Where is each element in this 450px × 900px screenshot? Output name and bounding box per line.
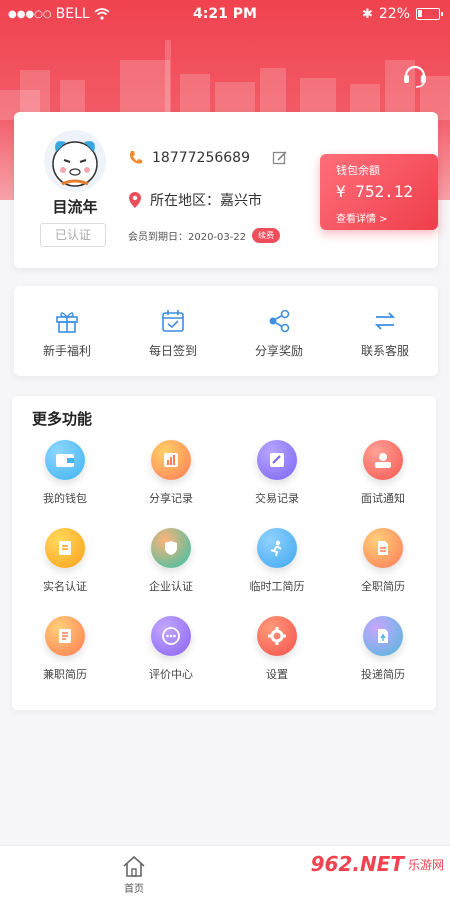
function-real-name-auth[interactable]: 实名认证 [12,528,118,594]
wallet-amount: ¥ 752.12 [336,182,414,201]
status-right: ✱ 22% [361,6,443,22]
function-settings[interactable]: 设置 [224,616,330,682]
swap-arrows-icon [374,312,396,330]
function-temp-resume[interactable]: 临时工简历 [224,528,330,594]
quick-item-newbie-welfare[interactable]: 新手福利 [14,286,120,376]
quick-label: 联系客服 [360,344,409,358]
battery-icon [416,8,443,20]
bottom-tab-bar: 首页 962.NET 乐游网 [0,845,450,900]
gear-icon [257,616,297,656]
wallet-title: 钱包余额 [336,164,380,177]
function-label: 投递简历 [361,668,405,681]
person-card-icon [363,440,403,480]
function-my-wallet[interactable]: 我的钱包 [12,440,118,506]
wallet-detail-link[interactable]: 查看详情 > [336,210,388,225]
battery-percent: 22% [378,6,410,22]
quick-actions: 新手福利 每日签到 分享奖励 联系客服 [14,286,438,376]
function-review-center[interactable]: 评价中心 [118,616,224,682]
function-submit-resume[interactable]: 投递简历 [330,616,436,682]
function-grid: 我的钱包 分享记录 交易记录 面试通知 实名认证 企业认证 临时工简历 全职简历… [12,440,436,682]
status-bar: ●●●○○ BELL 4:21 PM ✱ 22% [0,0,450,30]
quick-label: 新手福利 [42,344,91,358]
watermark-logo: 962.NET 乐游网 [311,852,444,876]
function-label: 实名认证 [43,580,87,593]
resume-icon [45,616,85,656]
function-fulltime-resume[interactable]: 全职简历 [330,528,436,594]
avatar-image [52,141,98,187]
watermark-subtext: 乐游网 [407,857,444,872]
quick-item-contact-service[interactable]: 联系客服 [332,286,438,376]
more-functions-title: 更多功能 [32,410,93,428]
file-send-icon [363,616,403,656]
quick-label: 分享奖励 [254,344,303,358]
function-label: 面试通知 [361,492,405,505]
gift-icon [56,312,78,333]
tab-home[interactable]: 首页 [112,854,156,895]
share-icon [269,309,290,333]
function-label: 兼职简历 [43,668,87,681]
quick-label: 每日签到 [148,344,197,358]
location-row: 所在地区：嘉兴市 [128,190,262,210]
wallet-icon [45,440,85,480]
chat-dots-icon [151,616,191,656]
function-label: 评价中心 [149,668,193,681]
edit-icon[interactable] [272,150,288,166]
location-pin-icon [129,192,141,208]
renew-button[interactable]: 续费 [252,228,281,243]
edit-icon [257,440,297,480]
function-enterprise-auth[interactable]: 企业认证 [118,528,224,594]
verified-badge: 已认证 [40,223,106,247]
document-icon [363,528,403,568]
function-interview-notice[interactable]: 面试通知 [330,440,436,506]
watermark-text: 962.NET [310,852,404,876]
function-label: 交易记录 [255,492,299,505]
calendar-check-icon [162,310,184,332]
phone-row: 18777256689 [128,150,288,166]
avatar[interactable] [44,130,106,192]
function-parttime-resume[interactable]: 兼职简历 [12,616,118,682]
function-label: 设置 [266,668,288,681]
home-icon [123,855,145,877]
function-label: 临时工简历 [249,580,305,593]
location-text: 所在地区：嘉兴市 [150,193,262,209]
skyline-illustration [0,40,450,120]
function-label: 企业认证 [149,580,193,593]
bluetooth-icon: ✱ [361,6,373,22]
more-functions-card: 更多功能 我的钱包 分享记录 交易记录 面试通知 实名认证 企业认证 临时工简历… [12,396,436,710]
function-label: 我的钱包 [43,492,87,505]
function-trade-records[interactable]: 交易记录 [224,440,330,506]
quick-item-daily-checkin[interactable]: 每日签到 [120,286,226,376]
wallet-balance-card[interactable]: 钱包余额 ¥ 752.12 查看详情 > [320,154,438,230]
function-share-records[interactable]: 分享记录 [118,440,224,506]
id-card-icon [45,528,85,568]
quick-item-share-reward[interactable]: 分享奖励 [226,286,332,376]
shield-icon [151,528,191,568]
username: 目流年 [52,198,98,216]
phone-number: 18777256689 [152,150,250,166]
chart-icon [151,440,191,480]
function-label: 全职简历 [361,580,405,593]
member-expiry: 会员到期日：2020-03-22 [128,232,247,243]
function-label: 分享记录 [149,492,193,505]
person-run-icon [257,528,297,568]
phone-icon [130,151,142,164]
tab-home-label: 首页 [124,884,144,895]
headset-icon[interactable] [400,60,430,90]
member-expiry-row: 会员到期日：2020-03-22 续费 [128,228,281,243]
